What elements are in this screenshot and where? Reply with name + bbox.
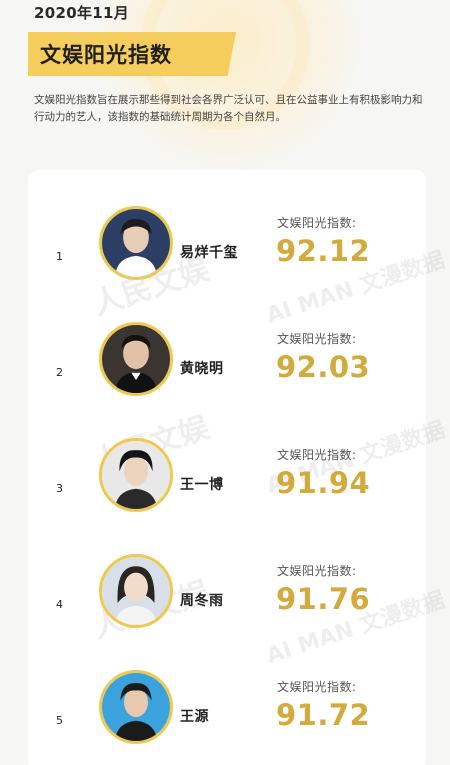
- date-label: 2020年11月: [34, 4, 130, 22]
- score-label: 文娱阳光指数:: [277, 680, 357, 694]
- score-value: 91.76: [276, 582, 371, 616]
- avatar: [99, 670, 173, 744]
- artist-name: 王一博: [180, 477, 224, 493]
- artist-name: 黄晓明: [180, 361, 224, 377]
- score-label: 文娱阳光指数:: [277, 448, 357, 462]
- artist-name: 王源: [180, 709, 209, 725]
- avatar: [99, 438, 173, 512]
- ranking-row[interactable]: 5 王源 文娱阳光指数: 91.72: [28, 664, 426, 765]
- score-value: 92.03: [276, 350, 371, 384]
- score-value: 92.12: [276, 234, 371, 268]
- score-label: 文娱阳光指数:: [277, 216, 357, 230]
- avatar: [99, 206, 173, 280]
- page-title: 文娱阳光指数: [40, 43, 172, 67]
- artist-name: 易烊千玺: [180, 245, 238, 261]
- person-silhouette-icon: [102, 325, 170, 393]
- rank-number: 3: [56, 482, 63, 495]
- ranking-row[interactable]: 3 王一博 文娱阳光指数: 91.94: [28, 432, 426, 548]
- score-label: 文娱阳光指数:: [277, 332, 357, 346]
- person-silhouette-icon: [102, 557, 170, 625]
- rank-number: 5: [56, 714, 63, 727]
- score-label: 文娱阳光指数:: [277, 564, 357, 578]
- avatar: [99, 322, 173, 396]
- person-silhouette-icon: [102, 673, 170, 741]
- person-silhouette-icon: [102, 209, 170, 277]
- rank-number: 2: [56, 366, 63, 379]
- description-text: 文娱阳光指数旨在展示那些得到社会各界广泛认可、且在公益事业上有积极影响力和行动力…: [34, 94, 423, 123]
- title-banner: 文娱阳光指数: [28, 32, 236, 76]
- score-value: 91.72: [276, 698, 371, 732]
- person-silhouette-icon: [102, 441, 170, 509]
- artist-name: 周冬雨: [180, 593, 224, 609]
- rank-number: 1: [56, 250, 63, 263]
- avatar: [99, 554, 173, 628]
- rank-number: 4: [56, 598, 63, 611]
- ranking-row[interactable]: 4 周冬雨 文娱阳光指数: 91.76: [28, 548, 426, 664]
- score-value: 91.94: [276, 466, 371, 500]
- ranking-row[interactable]: 2 黄晓明 文娱阳光指数: 92.03: [28, 316, 426, 432]
- ranking-row[interactable]: 1 易烊千玺 文娱阳光指数: 92.12: [28, 200, 426, 316]
